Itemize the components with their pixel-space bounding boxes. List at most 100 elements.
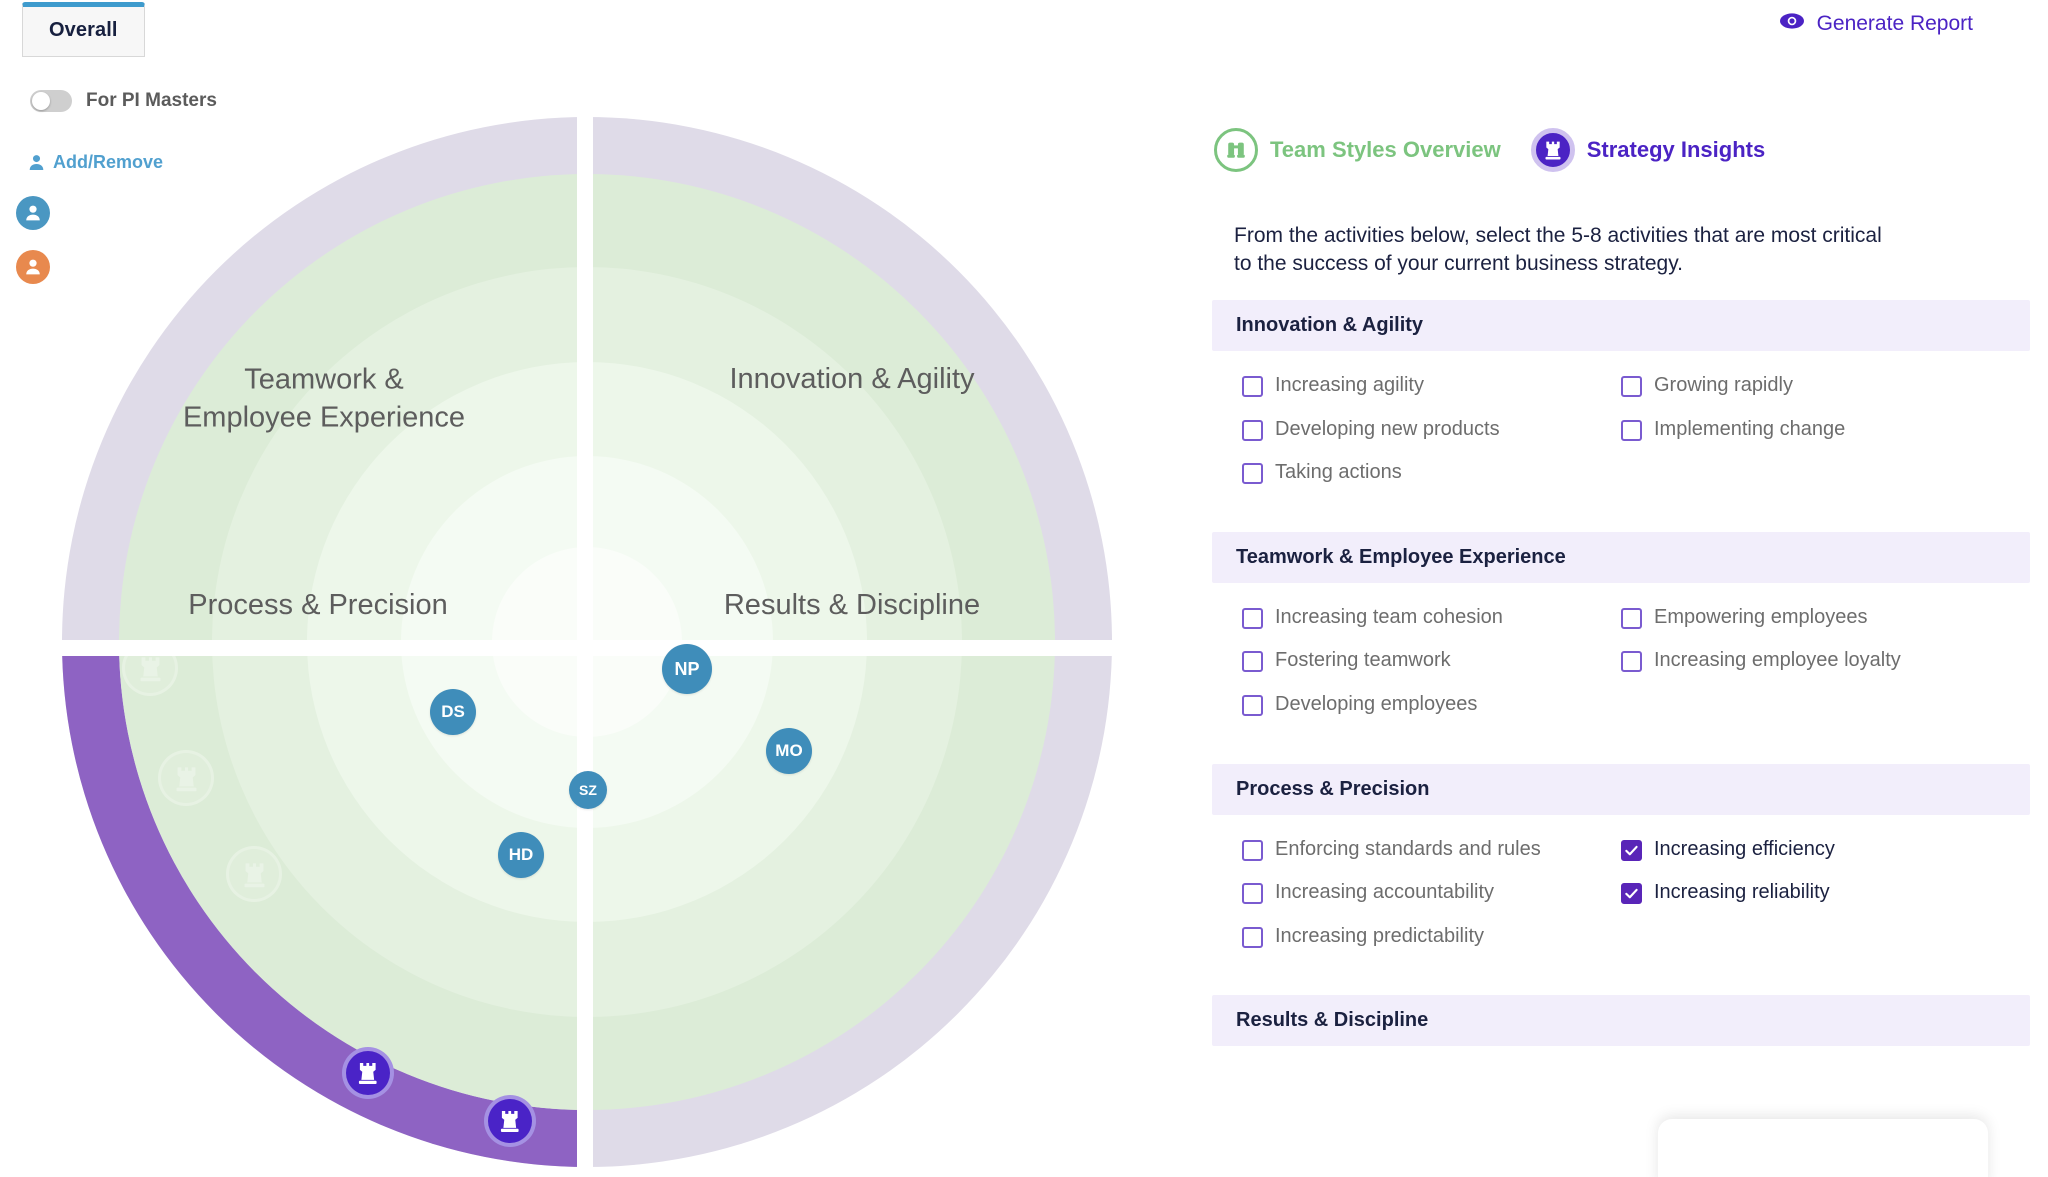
activity-option[interactable]: Enforcing standards and rules [1242, 837, 1621, 863]
activity-section: Results & Discipline [1212, 995, 2030, 1046]
generate-report-label: Generate Report [1817, 12, 1973, 36]
option-column-right: Growing rapidly Implementing change [1621, 373, 2000, 504]
activity-section: Teamwork & Employee Experience Increasing… [1212, 532, 2030, 742]
checkbox[interactable] [1242, 695, 1263, 716]
activity-section: Innovation & Agility Increasing agility De… [1212, 300, 2030, 510]
side-avatar-orange[interactable] [16, 250, 50, 284]
activity-option[interactable]: Increasing efficiency [1621, 837, 2000, 863]
activity-option-label: Increasing reliability [1654, 880, 1830, 906]
eye-icon [1779, 12, 1805, 36]
activity-option[interactable]: Implementing change [1621, 417, 2000, 443]
strategy-marker-chess-rook-icon[interactable] [158, 750, 214, 806]
activity-option[interactable]: Increasing accountability [1242, 880, 1621, 906]
checkbox[interactable] [1621, 840, 1642, 861]
checkbox[interactable] [1621, 376, 1642, 397]
user-icon [28, 154, 45, 171]
quadrant-label-process: Process & Precision [188, 586, 448, 624]
mode-tab-bar: Team Styles Overview Strategy Insights [1214, 128, 1765, 172]
member-avatar-ds[interactable]: DS [430, 689, 476, 735]
generate-report-button[interactable]: Generate Report [1779, 12, 1973, 36]
activity-option[interactable]: Taking actions [1242, 460, 1621, 486]
floating-card[interactable] [1658, 1119, 1988, 1177]
checkbox[interactable] [1621, 651, 1642, 672]
team-styles-quadrant-chart[interactable]: Teamwork & Employee Experience Innovatio… [62, 117, 1112, 1167]
strategy-marker-chess-rook-icon[interactable] [484, 1095, 536, 1147]
checkbox[interactable] [1242, 927, 1263, 948]
tab-team-styles-label: Team Styles Overview [1270, 137, 1501, 163]
section-title: Results & Discipline [1212, 995, 2030, 1046]
vertical-divider [577, 97, 593, 1177]
activity-option[interactable]: Increasing predictability [1242, 924, 1621, 950]
strategy-marker-chess-rook-icon[interactable] [226, 846, 282, 902]
tab-overall[interactable]: Overall [22, 2, 145, 57]
option-column-right: Empowering employees Increasing employee … [1621, 605, 2000, 736]
app-root: Overall For PI Masters Add/Remove [0, 0, 2048, 1177]
side-avatar-blue[interactable] [16, 196, 50, 230]
activity-section: Process & Precision Enforcing standards a… [1212, 764, 2030, 974]
activity-option-label: Increasing efficiency [1654, 837, 1835, 863]
activity-option[interactable]: Developing employees [1242, 692, 1621, 718]
member-avatar-sz[interactable]: SZ [569, 771, 607, 809]
activity-option-label: Taking actions [1275, 460, 1402, 486]
member-avatar-mo[interactable]: MO [766, 728, 812, 774]
activity-option[interactable]: Fostering teamwork [1242, 648, 1621, 674]
horizontal-divider [42, 640, 1132, 656]
pi-masters-toggle-row: For PI Masters [30, 90, 217, 112]
instruction-text: From the activities below, select the 5-… [1234, 222, 1894, 279]
tab-strategy-insights-label: Strategy Insights [1587, 137, 1765, 163]
option-column-left: Increasing team cohesion Fostering teamwo… [1242, 605, 1621, 736]
quadrant-label-teamwork: Teamwork & Employee Experience [183, 361, 465, 438]
checkbox[interactable] [1621, 883, 1642, 904]
checkbox[interactable] [1242, 608, 1263, 629]
activity-option[interactable]: Increasing reliability [1621, 880, 2000, 906]
checkbox[interactable] [1242, 840, 1263, 861]
left-pane: Overall For PI Masters Add/Remove [0, 0, 1190, 1177]
option-grid: Increasing agility Developing new product… [1212, 351, 2030, 510]
strategy-marker-chess-rook-icon[interactable] [122, 640, 178, 696]
activity-option-label: Increasing agility [1275, 373, 1424, 399]
quadrant-label-innovation: Innovation & Agility [729, 360, 974, 398]
tab-bar: Overall [22, 2, 145, 57]
checkbox[interactable] [1242, 420, 1263, 441]
checkbox[interactable] [1242, 883, 1263, 904]
quadrant-label-results: Results & Discipline [724, 586, 980, 624]
for-pi-masters-label: For PI Masters [86, 90, 217, 112]
activity-option[interactable]: Increasing team cohesion [1242, 605, 1621, 631]
switch-knob [32, 92, 50, 110]
strategy-marker-chess-rook-icon[interactable] [342, 1047, 394, 1099]
checkbox[interactable] [1242, 651, 1263, 672]
member-avatar-np[interactable]: NP [662, 644, 712, 694]
activity-option-label: Developing employees [1275, 692, 1477, 718]
activity-option[interactable]: Increasing employee loyalty [1621, 648, 2000, 674]
activity-option-label: Empowering employees [1654, 605, 1867, 631]
checkbox[interactable] [1621, 420, 1642, 441]
option-grid: Enforcing standards and rulesIncreasing … [1212, 815, 2030, 974]
member-avatar-hd[interactable]: HD [498, 832, 544, 878]
activity-option-label: Increasing team cohesion [1275, 605, 1503, 631]
section-title: Innovation & Agility [1212, 300, 2030, 351]
activity-option-label: Increasing employee loyalty [1654, 648, 1901, 674]
activity-option-label: Fostering teamwork [1275, 648, 1451, 674]
activity-option-label: Developing new products [1275, 417, 1500, 443]
tab-team-styles-overview[interactable]: Team Styles Overview [1214, 128, 1501, 172]
tab-strategy-insights[interactable]: Strategy Insights [1531, 128, 1765, 172]
option-column-left: Enforcing standards and rules Increasing … [1242, 837, 1621, 968]
checkbox[interactable] [1242, 376, 1263, 397]
activity-option-label: Implementing change [1654, 417, 1845, 443]
activity-option-label: Growing rapidly [1654, 373, 1793, 399]
for-pi-masters-switch[interactable] [30, 90, 72, 112]
activity-option[interactable]: Empowering employees [1621, 605, 2000, 631]
activity-option[interactable]: Growing rapidly [1621, 373, 2000, 399]
checkbox[interactable] [1621, 608, 1642, 629]
section-title: Teamwork & Employee Experience [1212, 532, 2030, 583]
option-column-right: Increasing efficiency Increasing reliabil… [1621, 837, 2000, 968]
activity-option[interactable]: Developing new products [1242, 417, 1621, 443]
activity-sections: Innovation & Agility Increasing agility De… [1212, 300, 2030, 1068]
section-title: Process & Precision [1212, 764, 2030, 815]
binoculars-icon [1214, 128, 1258, 172]
right-pane: Generate Report Team Styles Overview Str… [1190, 0, 2048, 1177]
activity-option[interactable]: Increasing agility [1242, 373, 1621, 399]
checkbox[interactable] [1242, 463, 1263, 484]
option-grid: Increasing team cohesion Fostering teamwo… [1212, 583, 2030, 742]
activity-option-label: Increasing predictability [1275, 924, 1484, 950]
